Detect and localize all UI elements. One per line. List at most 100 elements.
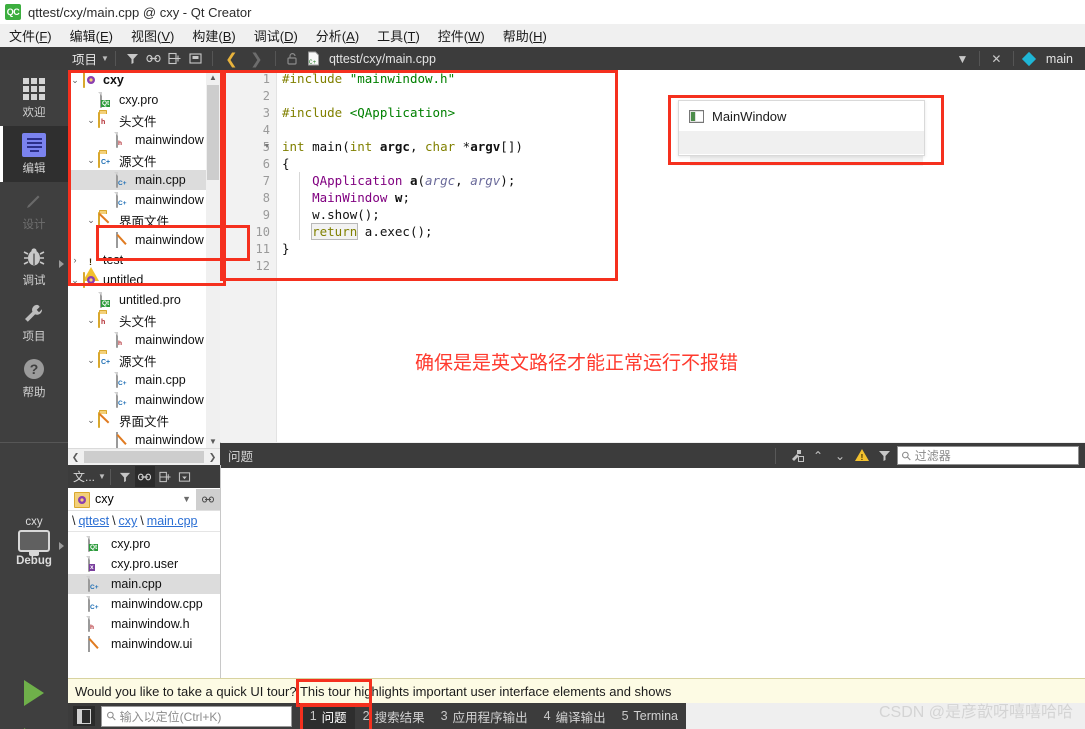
menu-debug[interactable]: 调试(D)	[245, 24, 307, 47]
toolbar-mode-selector[interactable]: 项目 ▼	[72, 49, 109, 68]
tree-file-main-cpp-2[interactable]: C+ main.cpp	[68, 370, 206, 390]
code-line[interactable]: }	[282, 240, 1085, 257]
mode-projects[interactable]: 项目	[0, 294, 68, 350]
tree-folder-forms[interactable]: ⌄ 界面文件	[68, 210, 206, 230]
tree-folder-forms-2[interactable]: ⌄ 界面文件	[68, 410, 206, 430]
scroll-down-icon[interactable]: ▼	[206, 434, 220, 449]
tree-file-mainwindow-ui-2[interactable]: mainwindow	[68, 430, 206, 450]
fullscreen-icon[interactable]	[186, 49, 205, 68]
status-tab-compile-output[interactable]: 4 编译输出	[536, 704, 614, 729]
crumb-main-cpp[interactable]: main.cpp	[147, 514, 198, 528]
fs-item-main-cpp[interactable]: C+ main.cpp	[68, 574, 220, 594]
scroll-thumb[interactable]	[207, 85, 219, 180]
code-editor[interactable]: 1 2 3 4 5 ▼ 6 7 8 9 10 11 12 #include "mainwindow.h"…	[220, 70, 1085, 442]
chevron-down-icon[interactable]: ⌄	[84, 155, 98, 166]
filesystem-root-selector[interactable]: cxy ▼	[68, 488, 220, 511]
chevron-right-icon[interactable]	[59, 542, 64, 550]
tree-project-test[interactable]: › test	[68, 250, 206, 281]
tree-folder-sources-2[interactable]: ⌄ C+ 源文件	[68, 350, 206, 370]
run-debug-button[interactable]	[0, 718, 68, 729]
code-line[interactable]: return a.exec();	[282, 223, 1085, 240]
mode-help[interactable]: ? 帮助	[0, 350, 68, 406]
tree-file-mainwindow-ui[interactable]: mainwindow	[68, 230, 206, 250]
menu-help[interactable]: 帮助(H)	[494, 24, 556, 47]
tree-file-mainwindow-cpp[interactable]: C+ mainwindow	[68, 190, 206, 210]
menu-edit[interactable]: 编辑(E)	[61, 24, 122, 47]
project-tree-panel[interactable]: ⌄ cxy Qt cxy.pro ⌄ h 头文件 h mainwindow ⌄ C+ 源文件 C+ mai…	[68, 70, 221, 465]
link-icon[interactable]	[134, 466, 155, 487]
mainwindow-dialog[interactable]: MainWindow	[678, 100, 925, 156]
fs-item-cxy-pro-user[interactable]: x cxy.pro.user	[68, 554, 220, 574]
menu-build[interactable]: 构建(B)	[183, 24, 244, 47]
locator-input[interactable]: ⚲ 输入以定位(Ctrl+K)	[100, 705, 292, 727]
tree-project-cxy[interactable]: ⌄ cxy	[68, 70, 206, 90]
sync-link-icon[interactable]	[196, 488, 220, 510]
breadcrumb[interactable]: \ qttest \ cxy \ main.cpp	[68, 511, 220, 532]
kit-selector[interactable]: cxy Debug	[0, 516, 68, 567]
tree-project-untitled[interactable]: ⌄ untitled	[68, 270, 206, 290]
kit-button[interactable]: Debug	[0, 528, 68, 567]
crumb-qttest[interactable]: qttest	[78, 514, 109, 528]
prev-icon[interactable]: ⌃	[807, 445, 829, 466]
menu-widgets[interactable]: 控件(W)	[429, 24, 494, 47]
clear-icon[interactable]	[785, 445, 807, 466]
crumb-cxy[interactable]: cxy	[119, 514, 138, 528]
chevron-down-icon[interactable]: ⌄	[84, 415, 98, 426]
code-line[interactable]: {	[282, 155, 1085, 172]
tree-folder-headers-2[interactable]: ⌄ h 头文件	[68, 310, 206, 330]
chevron-down-icon[interactable]: ⌄	[84, 115, 98, 126]
toolbar-symbol-label[interactable]: main	[1046, 52, 1073, 66]
issues-list[interactable]	[220, 468, 1085, 678]
issues-filter-input[interactable]: ⚲ 过滤器	[897, 446, 1079, 465]
chevron-right-icon[interactable]: ›	[68, 255, 82, 265]
link-icon[interactable]	[144, 49, 163, 68]
scroll-up-icon[interactable]: ▲	[206, 70, 220, 85]
chevron-down-icon[interactable]: ▼	[953, 49, 972, 68]
menu-tools[interactable]: 工具(T)	[368, 24, 429, 47]
close-icon[interactable]: ✕	[987, 49, 1006, 68]
next-icon[interactable]: ⌄	[829, 445, 851, 466]
status-tab-issues[interactable]: 1 问题	[301, 703, 355, 729]
back-icon[interactable]: ❮	[222, 49, 241, 68]
tree-file-cxy-pro[interactable]: Qt cxy.pro	[68, 90, 206, 110]
mode-edit[interactable]: 编辑	[0, 126, 68, 182]
status-tab-search-results[interactable]: 2 搜索结果	[355, 704, 433, 729]
project-tree-hscrollbar[interactable]: ❮ ❯	[68, 448, 220, 465]
warning-filter-icon[interactable]: !	[851, 445, 873, 466]
filesystem-view-selector[interactable]: 文... ▼	[73, 468, 106, 485]
scroll-right-icon[interactable]: ❯	[205, 450, 220, 465]
toolbar-file-path[interactable]: qttest/cxy/main.cpp	[329, 52, 436, 66]
chevron-down-icon[interactable]: ⌄	[84, 215, 98, 226]
split-icon[interactable]	[155, 466, 175, 487]
tree-file-mainwindow-cpp-2[interactable]: C+ mainwindow	[68, 390, 206, 410]
run-button[interactable]	[0, 670, 68, 716]
tree-file-untitled-pro[interactable]: Qt untitled.pro	[68, 290, 206, 310]
code-line[interactable]: #include "mainwindow.h"	[282, 70, 1085, 87]
code-line[interactable]	[282, 257, 1085, 274]
status-tab-app-output[interactable]: 3 应用程序输出	[433, 704, 536, 729]
tree-file-mainwindow-h-2[interactable]: h mainwindow	[68, 330, 206, 350]
menu-view[interactable]: 视图(V)	[122, 24, 183, 47]
filesystem-panel[interactable]: 文... ▼ cxy ▼ \ qttest \ cxy \ main.cpp Q…	[68, 465, 221, 678]
tree-folder-sources[interactable]: ⌄ C+ 源文件	[68, 150, 206, 170]
fs-item-mainwindow-ui[interactable]: mainwindow.ui	[68, 634, 220, 654]
mode-welcome[interactable]: 欢迎	[0, 70, 68, 126]
menu-analyze[interactable]: 分析(A)	[307, 24, 368, 47]
scroll-thumb-h[interactable]	[84, 451, 204, 463]
chevron-down-icon[interactable]: ▼	[182, 494, 191, 504]
chevron-down-icon[interactable]: ⌄	[68, 75, 82, 86]
chevron-down-icon[interactable]: ⌄	[84, 355, 98, 366]
filter-icon[interactable]	[873, 445, 895, 466]
code-line[interactable]: w.show();	[282, 206, 1085, 223]
status-tab-terminal[interactable]: 5 Termina	[614, 706, 686, 726]
filter-icon[interactable]	[115, 466, 135, 487]
fs-item-mainwindow-h[interactable]: h mainwindow.h	[68, 614, 220, 634]
tree-file-main-cpp[interactable]: C+ main.cpp	[68, 170, 206, 190]
code-line[interactable]: QApplication a(argc, argv);	[282, 172, 1085, 189]
project-tree-vscrollbar[interactable]: ▲ ▼	[206, 70, 220, 449]
menu-icon[interactable]	[175, 466, 195, 487]
menu-file[interactable]: 文件(F)	[0, 24, 61, 47]
chevron-right-icon[interactable]	[59, 260, 64, 268]
tree-folder-headers[interactable]: ⌄ h 头文件	[68, 110, 206, 130]
fs-item-mainwindow-cpp[interactable]: C+ mainwindow.cpp	[68, 594, 220, 614]
